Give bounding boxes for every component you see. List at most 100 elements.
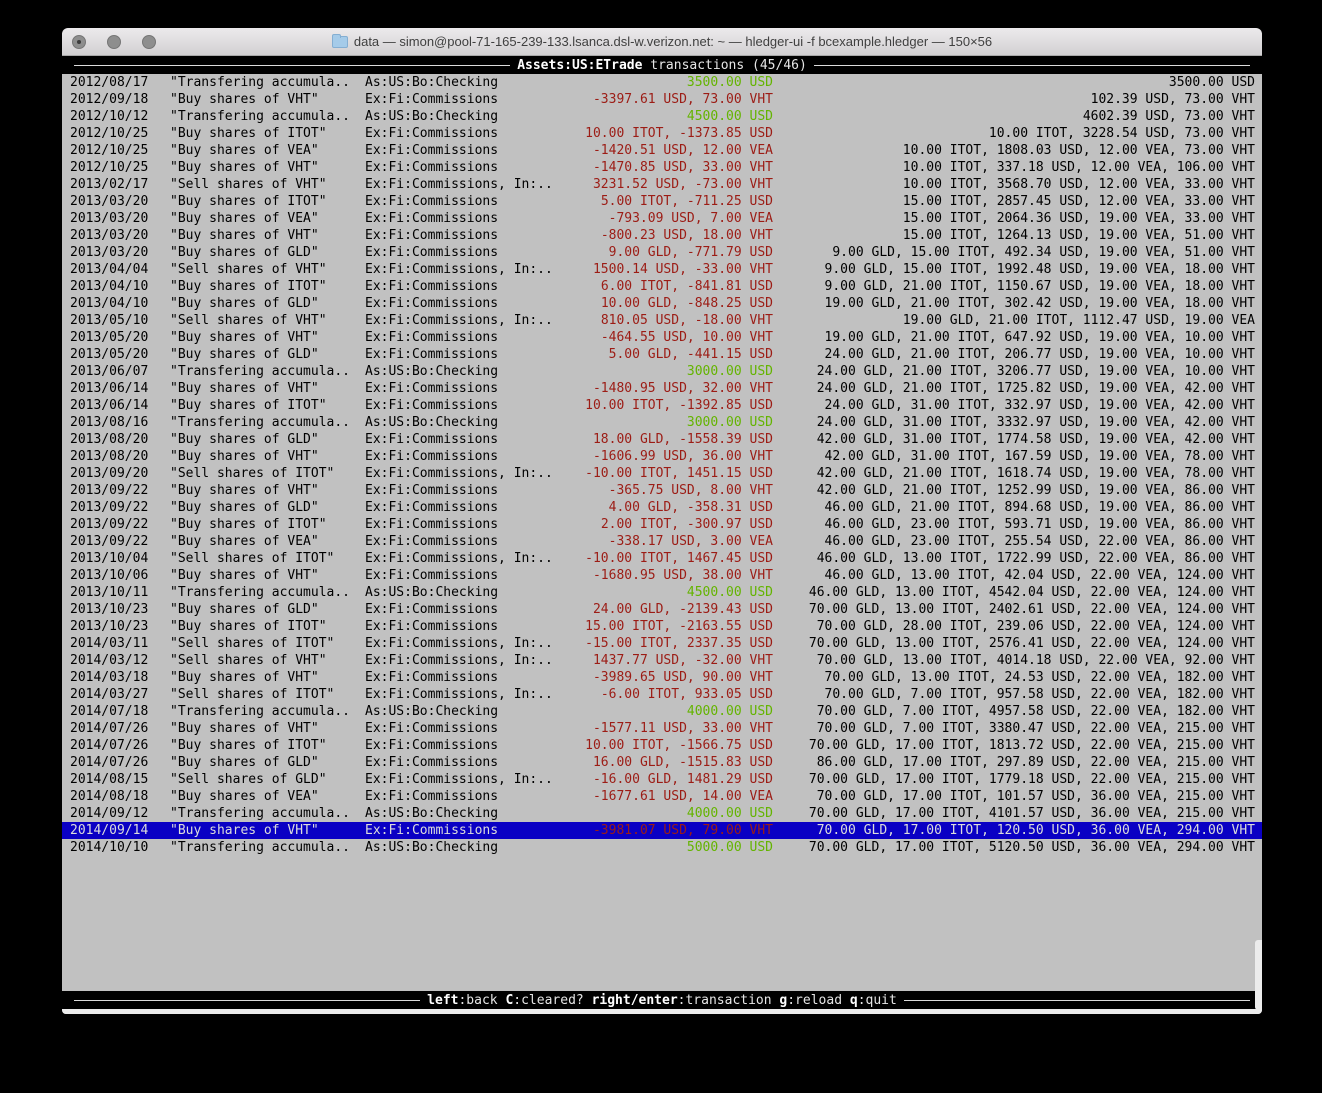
transaction-row[interactable]: 2014/03/27 "Sell shares of ITOT" Ex:Fi:C… xyxy=(62,686,1262,703)
transaction-other-account: Ex:Fi:Commissions, In:.. xyxy=(365,686,575,703)
window-title: data — simon@pool-71-165-239-133.lsanca.… xyxy=(354,34,992,49)
transaction-row[interactable]: 2014/03/11 "Sell shares of ITOT" Ex:Fi:C… xyxy=(62,635,1262,652)
transaction-row[interactable]: 2013/09/22 "Buy shares of ITOT" Ex:Fi:Co… xyxy=(62,516,1262,533)
minimize-button[interactable] xyxy=(107,35,121,49)
transaction-row[interactable]: 2014/09/12 "Transfering accumula.. As:US… xyxy=(62,805,1262,822)
transaction-row[interactable]: 2013/03/20 "Buy shares of ITOT" Ex:Fi:Co… xyxy=(62,193,1262,210)
transaction-row[interactable]: 2014/03/12 "Sell shares of VHT" Ex:Fi:Co… xyxy=(62,652,1262,669)
transaction-row[interactable]: 2013/09/22 "Buy shares of VEA" Ex:Fi:Com… xyxy=(62,533,1262,550)
transaction-date: 2013/10/23 xyxy=(70,618,170,635)
transaction-row[interactable]: 2013/06/14 "Buy shares of ITOT" Ex:Fi:Co… xyxy=(62,397,1262,414)
transaction-row[interactable]: 2012/08/17 "Transfering accumula.. As:US… xyxy=(62,74,1262,91)
macos-titlebar[interactable]: data — simon@pool-71-165-239-133.lsanca.… xyxy=(62,28,1262,56)
transaction-description: "Buy shares of VHT" xyxy=(170,822,365,839)
transaction-row[interactable]: 2014/07/18 "Transfering accumula.. As:US… xyxy=(62,703,1262,720)
transaction-other-account: Ex:Fi:Commissions xyxy=(365,448,575,465)
transaction-description: "Sell shares of VHT" xyxy=(170,652,365,669)
transaction-row[interactable]: 2013/04/10 "Buy shares of GLD" Ex:Fi:Com… xyxy=(62,295,1262,312)
transaction-other-account: Ex:Fi:Commissions xyxy=(365,193,575,210)
transaction-row[interactable]: 2013/06/14 "Buy shares of VHT" Ex:Fi:Com… xyxy=(62,380,1262,397)
transaction-row[interactable]: 2013/08/20 "Buy shares of GLD" Ex:Fi:Com… xyxy=(62,431,1262,448)
transaction-row[interactable]: 2013/04/10 "Buy shares of ITOT" Ex:Fi:Co… xyxy=(62,278,1262,295)
transaction-date: 2012/10/25 xyxy=(70,159,170,176)
transaction-row[interactable]: 2013/10/23 "Buy shares of GLD" Ex:Fi:Com… xyxy=(62,601,1262,618)
transaction-date: 2013/09/22 xyxy=(70,516,170,533)
transaction-row[interactable]: 2013/03/20 "Buy shares of GLD" Ex:Fi:Com… xyxy=(62,244,1262,261)
transaction-amount: 4500.00 USD xyxy=(575,584,773,601)
transaction-other-account: Ex:Fi:Commissions xyxy=(365,754,575,771)
transaction-row[interactable]: 2013/08/20 "Buy shares of VHT" Ex:Fi:Com… xyxy=(62,448,1262,465)
transaction-row[interactable]: 2013/05/10 "Sell shares of VHT" Ex:Fi:Co… xyxy=(62,312,1262,329)
running-balance: 10.00 ITOT, 3228.54 USD, 73.00 VHT xyxy=(773,125,1255,142)
transaction-date: 2014/08/15 xyxy=(70,771,170,788)
transaction-row[interactable]: 2013/10/04 "Sell shares of ITOT" Ex:Fi:C… xyxy=(62,550,1262,567)
transaction-amount: 3500.00 USD xyxy=(575,74,773,91)
footer-rule-left xyxy=(74,1000,420,1001)
running-balance: 46.00 GLD, 23.00 ITOT, 255.54 USD, 22.00… xyxy=(773,533,1255,550)
transaction-amount: 5.00 ITOT, -711.25 USD xyxy=(575,193,773,210)
transaction-description: "Buy shares of VHT" xyxy=(170,227,365,244)
transaction-row[interactable]: 2014/07/26 "Buy shares of GLD" Ex:Fi:Com… xyxy=(62,754,1262,771)
transaction-amount: -793.09 USD, 7.00 VEA xyxy=(575,210,773,227)
transaction-row[interactable]: 2013/10/11 "Transfering accumula.. As:US… xyxy=(62,584,1262,601)
close-button[interactable] xyxy=(72,35,86,49)
key-action: :cleared? xyxy=(513,993,591,1008)
transaction-row[interactable]: 2014/08/18 "Buy shares of VEA" Ex:Fi:Com… xyxy=(62,788,1262,805)
transaction-other-account: As:US:Bo:Checking xyxy=(365,839,575,856)
zoom-button[interactable] xyxy=(142,35,156,49)
transaction-description: "Buy shares of VHT" xyxy=(170,482,365,499)
transaction-row[interactable]: 2013/10/06 "Buy shares of VHT" Ex:Fi:Com… xyxy=(62,567,1262,584)
transaction-row[interactable]: 2013/05/20 "Buy shares of GLD" Ex:Fi:Com… xyxy=(62,346,1262,363)
transaction-date: 2013/10/04 xyxy=(70,550,170,567)
running-balance: 70.00 GLD, 7.00 ITOT, 4957.58 USD, 22.00… xyxy=(773,703,1255,720)
transaction-row[interactable]: 2012/10/25 "Buy shares of ITOT" Ex:Fi:Co… xyxy=(62,125,1262,142)
transaction-row[interactable]: 2012/10/25 "Buy shares of VEA" Ex:Fi:Com… xyxy=(62,142,1262,159)
transaction-row[interactable]: 2012/09/18 "Buy shares of VHT" Ex:Fi:Com… xyxy=(62,91,1262,108)
transaction-row[interactable]: 2012/10/25 "Buy shares of VHT" Ex:Fi:Com… xyxy=(62,159,1262,176)
transaction-row[interactable]: 2013/02/17 "Sell shares of VHT" Ex:Fi:Co… xyxy=(62,176,1262,193)
transaction-amount: 5.00 GLD, -441.15 USD xyxy=(575,346,773,363)
transaction-amount: -1606.99 USD, 36.00 VHT xyxy=(575,448,773,465)
running-balance: 70.00 GLD, 17.00 ITOT, 101.57 USD, 36.00… xyxy=(773,788,1255,805)
key-action: :transaction xyxy=(678,993,780,1008)
transaction-amount: 10.00 ITOT, -1392.85 USD xyxy=(575,397,773,414)
transaction-row[interactable]: 2013/03/20 "Buy shares of VEA" Ex:Fi:Com… xyxy=(62,210,1262,227)
transaction-row[interactable]: 2014/07/26 "Buy shares of ITOT" Ex:Fi:Co… xyxy=(62,737,1262,754)
scrollbar-thumb[interactable] xyxy=(1255,940,1262,1010)
transaction-amount: -464.55 USD, 10.00 VHT xyxy=(575,329,773,346)
transaction-other-account: Ex:Fi:Commissions xyxy=(365,567,575,584)
transaction-date: 2014/03/11 xyxy=(70,635,170,652)
transaction-row[interactable]: 2014/09/14 "Buy shares of VHT" Ex:Fi:Com… xyxy=(62,822,1262,839)
transaction-row[interactable]: 2014/07/26 "Buy shares of VHT" Ex:Fi:Com… xyxy=(62,720,1262,737)
transaction-row[interactable]: 2013/04/04 "Sell shares of VHT" Ex:Fi:Co… xyxy=(62,261,1262,278)
transaction-row[interactable]: 2014/03/18 "Buy shares of VHT" Ex:Fi:Com… xyxy=(62,669,1262,686)
transaction-row[interactable]: 2012/10/12 "Transfering accumula.. As:US… xyxy=(62,108,1262,125)
transaction-date: 2013/10/06 xyxy=(70,567,170,584)
running-balance: 102.39 USD, 73.00 VHT xyxy=(773,91,1255,108)
transaction-row[interactable]: 2013/10/23 "Buy shares of ITOT" Ex:Fi:Co… xyxy=(62,618,1262,635)
transaction-row[interactable]: 2013/03/20 "Buy shares of VHT" Ex:Fi:Com… xyxy=(62,227,1262,244)
transaction-row[interactable]: 2013/05/20 "Buy shares of VHT" Ex:Fi:Com… xyxy=(62,329,1262,346)
transaction-amount: -1677.61 USD, 14.00 VEA xyxy=(575,788,773,805)
transaction-other-account: As:US:Bo:Checking xyxy=(365,108,575,125)
transaction-date: 2013/05/10 xyxy=(70,312,170,329)
transaction-amount: 15.00 ITOT, -2163.55 USD xyxy=(575,618,773,635)
transaction-row[interactable]: 2014/10/10 "Transfering accumula.. As:US… xyxy=(62,839,1262,856)
running-balance: 70.00 GLD, 17.00 ITOT, 120.50 USD, 36.00… xyxy=(773,822,1255,839)
transaction-row[interactable]: 2013/09/20 "Sell shares of ITOT" Ex:Fi:C… xyxy=(62,465,1262,482)
transaction-row[interactable]: 2013/06/07 "Transfering accumula.. As:US… xyxy=(62,363,1262,380)
transaction-other-account: Ex:Fi:Commissions xyxy=(365,329,575,346)
empty-area xyxy=(62,856,1262,991)
footer-bar: left:back C:cleared? right/enter:transac… xyxy=(62,991,1262,1009)
header-rule-left xyxy=(74,65,510,66)
running-balance: 4602.39 USD, 73.00 VHT xyxy=(773,108,1255,125)
transaction-amount: 16.00 GLD, -1515.83 USD xyxy=(575,754,773,771)
transaction-amount: 4000.00 USD xyxy=(575,805,773,822)
transaction-amount: -1420.51 USD, 12.00 VEA xyxy=(575,142,773,159)
running-balance: 70.00 GLD, 13.00 ITOT, 2576.41 USD, 22.0… xyxy=(773,635,1255,652)
transaction-row[interactable]: 2013/09/22 "Buy shares of GLD" Ex:Fi:Com… xyxy=(62,499,1262,516)
transaction-row[interactable]: 2014/08/15 "Sell shares of GLD" Ex:Fi:Co… xyxy=(62,771,1262,788)
transaction-row[interactable]: 2013/08/16 "Transfering accumula.. As:US… xyxy=(62,414,1262,431)
transaction-other-account: Ex:Fi:Commissions xyxy=(365,720,575,737)
transaction-row[interactable]: 2013/09/22 "Buy shares of VHT" Ex:Fi:Com… xyxy=(62,482,1262,499)
